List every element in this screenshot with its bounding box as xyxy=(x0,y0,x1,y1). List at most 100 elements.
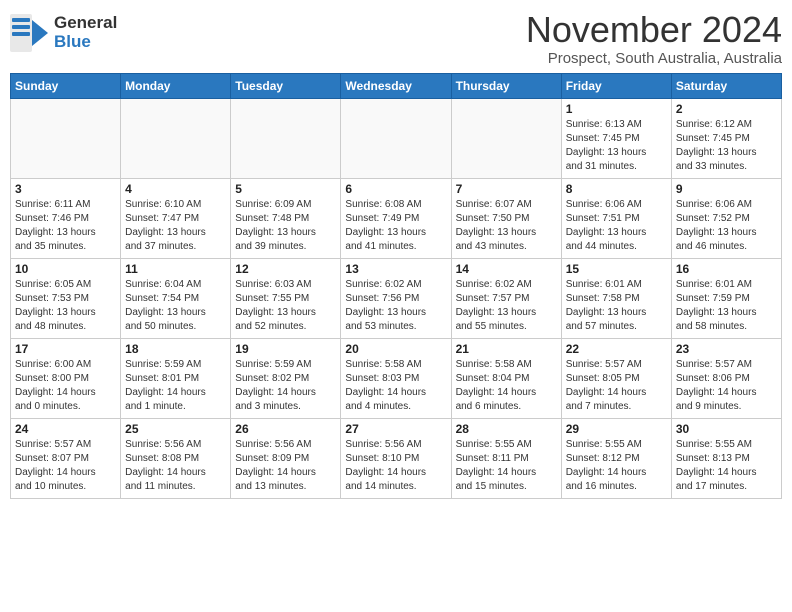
calendar-week-2: 3 Sunrise: 6:11 AM Sunset: 7:46 PM Daylig… xyxy=(11,178,782,258)
calendar-cell xyxy=(341,98,451,178)
day-number: 29 xyxy=(566,422,667,436)
day-info: Sunrise: 6:04 AM Sunset: 7:54 PM Dayligh… xyxy=(125,278,226,334)
day-number: 26 xyxy=(235,422,336,436)
calendar-cell: 7 Sunrise: 6:07 AM Sunset: 7:50 PM Daylig… xyxy=(451,178,561,258)
weekday-header-tuesday: Tuesday xyxy=(231,73,341,98)
calendar-cell: 30 Sunrise: 5:55 AM Sunset: 8:13 PM Dayli… xyxy=(671,418,781,498)
day-number: 18 xyxy=(125,342,226,356)
day-info: Sunrise: 5:58 AM Sunset: 8:03 PM Dayligh… xyxy=(345,358,446,414)
calendar-cell: 17 Sunrise: 6:00 AM Sunset: 8:00 PM Dayli… xyxy=(11,338,121,418)
day-number: 20 xyxy=(345,342,446,356)
weekday-header-wednesday: Wednesday xyxy=(341,73,451,98)
day-info: Sunrise: 6:03 AM Sunset: 7:55 PM Dayligh… xyxy=(235,278,336,334)
day-info: Sunrise: 6:06 AM Sunset: 7:52 PM Dayligh… xyxy=(676,198,777,254)
calendar-cell: 5Sunrise: 6:09 AM Sunset: 7:48 PM Daylig… xyxy=(231,178,341,258)
month-title: November 2024 xyxy=(526,10,782,50)
day-info: Sunrise: 6:12 AM Sunset: 7:45 PM Dayligh… xyxy=(676,118,777,174)
day-number: 27 xyxy=(345,422,446,436)
day-info: Sunrise: 5:57 AM Sunset: 8:06 PM Dayligh… xyxy=(676,358,777,414)
logo-svg xyxy=(10,14,48,52)
calendar-cell xyxy=(231,98,341,178)
day-number: 16 xyxy=(676,262,777,276)
day-number: 8 xyxy=(566,182,667,196)
calendar-cell: 10 Sunrise: 6:05 AM Sunset: 7:53 PM Dayli… xyxy=(11,258,121,338)
weekday-header-row: SundayMondayTuesdayWednesdayThursdayFrid… xyxy=(11,73,782,98)
calendar-cell: 9 Sunrise: 6:06 AM Sunset: 7:52 PM Daylig… xyxy=(671,178,781,258)
day-info: Sunrise: 5:55 AM Sunset: 8:11 PM Dayligh… xyxy=(456,438,557,494)
page-header: General Blue November 2024 Prospect, Sou… xyxy=(10,10,782,67)
location-title: Prospect, South Australia, Australia xyxy=(526,50,782,67)
day-info: Sunrise: 6:02 AM Sunset: 7:56 PM Dayligh… xyxy=(345,278,446,334)
weekday-header-monday: Monday xyxy=(121,73,231,98)
day-info: Sunrise: 6:08 AM Sunset: 7:49 PM Dayligh… xyxy=(345,198,446,254)
day-info: Sunrise: 6:02 AM Sunset: 7:57 PM Dayligh… xyxy=(456,278,557,334)
calendar-cell: 12 Sunrise: 6:03 AM Sunset: 7:55 PM Dayli… xyxy=(231,258,341,338)
day-number: 4 xyxy=(125,182,226,196)
calendar-cell: 2 Sunrise: 6:12 AM Sunset: 7:45 PM Daylig… xyxy=(671,98,781,178)
weekday-header-saturday: Saturday xyxy=(671,73,781,98)
day-info: Sunrise: 5:56 AM Sunset: 8:08 PM Dayligh… xyxy=(125,438,226,494)
logo: General Blue xyxy=(10,10,117,52)
calendar-cell: 20 Sunrise: 5:58 AM Sunset: 8:03 PM Dayli… xyxy=(341,338,451,418)
day-number: 3 xyxy=(15,182,116,196)
calendar-cell: 21Sunrise: 5:58 AM Sunset: 8:04 PM Dayli… xyxy=(451,338,561,418)
calendar-cell: 27 Sunrise: 5:56 AM Sunset: 8:10 PM Dayli… xyxy=(341,418,451,498)
day-number: 12 xyxy=(235,262,336,276)
calendar-week-4: 17 Sunrise: 6:00 AM Sunset: 8:00 PM Dayli… xyxy=(11,338,782,418)
day-number: 19 xyxy=(235,342,336,356)
day-number: 5 xyxy=(235,182,336,196)
calendar-cell: 22 Sunrise: 5:57 AM Sunset: 8:05 PM Dayli… xyxy=(561,338,671,418)
day-info: Sunrise: 5:59 AM Sunset: 8:01 PM Dayligh… xyxy=(125,358,226,414)
day-info: Sunrise: 6:11 AM Sunset: 7:46 PM Dayligh… xyxy=(15,198,116,254)
logo-blue: Blue xyxy=(54,33,117,52)
day-number: 1 xyxy=(566,102,667,116)
weekday-header-friday: Friday xyxy=(561,73,671,98)
day-info: Sunrise: 5:58 AM Sunset: 8:04 PM Dayligh… xyxy=(456,358,557,414)
day-info: Sunrise: 5:56 AM Sunset: 8:10 PM Dayligh… xyxy=(345,438,446,494)
calendar-table: SundayMondayTuesdayWednesdayThursdayFrid… xyxy=(10,73,782,499)
calendar-week-3: 10 Sunrise: 6:05 AM Sunset: 7:53 PM Dayli… xyxy=(11,258,782,338)
calendar-cell: 14 Sunrise: 6:02 AM Sunset: 7:57 PM Dayli… xyxy=(451,258,561,338)
day-info: Sunrise: 5:59 AM Sunset: 8:02 PM Dayligh… xyxy=(235,358,336,414)
weekday-header-sunday: Sunday xyxy=(11,73,121,98)
day-number: 28 xyxy=(456,422,557,436)
day-number: 7 xyxy=(456,182,557,196)
calendar-cell: 26 Sunrise: 5:56 AM Sunset: 8:09 PM Dayli… xyxy=(231,418,341,498)
day-number: 22 xyxy=(566,342,667,356)
day-number: 17 xyxy=(15,342,116,356)
calendar-cell: 4 Sunrise: 6:10 AM Sunset: 7:47 PM Daylig… xyxy=(121,178,231,258)
calendar-cell xyxy=(11,98,121,178)
day-info: Sunrise: 6:07 AM Sunset: 7:50 PM Dayligh… xyxy=(456,198,557,254)
logo-container: General Blue xyxy=(10,14,117,52)
day-info: Sunrise: 5:57 AM Sunset: 8:05 PM Dayligh… xyxy=(566,358,667,414)
calendar-cell: 25 Sunrise: 5:56 AM Sunset: 8:08 PM Dayli… xyxy=(121,418,231,498)
day-info: Sunrise: 6:05 AM Sunset: 7:53 PM Dayligh… xyxy=(15,278,116,334)
day-info: Sunrise: 6:01 AM Sunset: 7:58 PM Dayligh… xyxy=(566,278,667,334)
calendar-cell: 24 Sunrise: 5:57 AM Sunset: 8:07 PM Dayli… xyxy=(11,418,121,498)
day-number: 30 xyxy=(676,422,777,436)
calendar-week-1: 1Sunrise: 6:13 AM Sunset: 7:45 PM Daylig… xyxy=(11,98,782,178)
day-info: Sunrise: 5:56 AM Sunset: 8:09 PM Dayligh… xyxy=(235,438,336,494)
day-info: Sunrise: 6:01 AM Sunset: 7:59 PM Dayligh… xyxy=(676,278,777,334)
day-info: Sunrise: 5:57 AM Sunset: 8:07 PM Dayligh… xyxy=(15,438,116,494)
calendar-cell: 28 Sunrise: 5:55 AM Sunset: 8:11 PM Dayli… xyxy=(451,418,561,498)
day-number: 25 xyxy=(125,422,226,436)
calendar-cell xyxy=(451,98,561,178)
calendar-cell: 3 Sunrise: 6:11 AM Sunset: 7:46 PM Daylig… xyxy=(11,178,121,258)
day-number: 10 xyxy=(15,262,116,276)
calendar-cell: 19 Sunrise: 5:59 AM Sunset: 8:02 PM Dayli… xyxy=(231,338,341,418)
day-number: 24 xyxy=(15,422,116,436)
calendar-cell xyxy=(121,98,231,178)
calendar-cell: 15 Sunrise: 6:01 AM Sunset: 7:58 PM Dayli… xyxy=(561,258,671,338)
day-number: 14 xyxy=(456,262,557,276)
logo-emblem xyxy=(10,14,48,52)
day-number: 2 xyxy=(676,102,777,116)
calendar-cell: 23 Sunrise: 5:57 AM Sunset: 8:06 PM Dayli… xyxy=(671,338,781,418)
logo-general: General xyxy=(54,14,117,33)
day-number: 23 xyxy=(676,342,777,356)
day-number: 9 xyxy=(676,182,777,196)
day-number: 15 xyxy=(566,262,667,276)
day-info: Sunrise: 6:10 AM Sunset: 7:47 PM Dayligh… xyxy=(125,198,226,254)
day-info: Sunrise: 6:00 AM Sunset: 8:00 PM Dayligh… xyxy=(15,358,116,414)
day-info: Sunrise: 5:55 AM Sunset: 8:13 PM Dayligh… xyxy=(676,438,777,494)
